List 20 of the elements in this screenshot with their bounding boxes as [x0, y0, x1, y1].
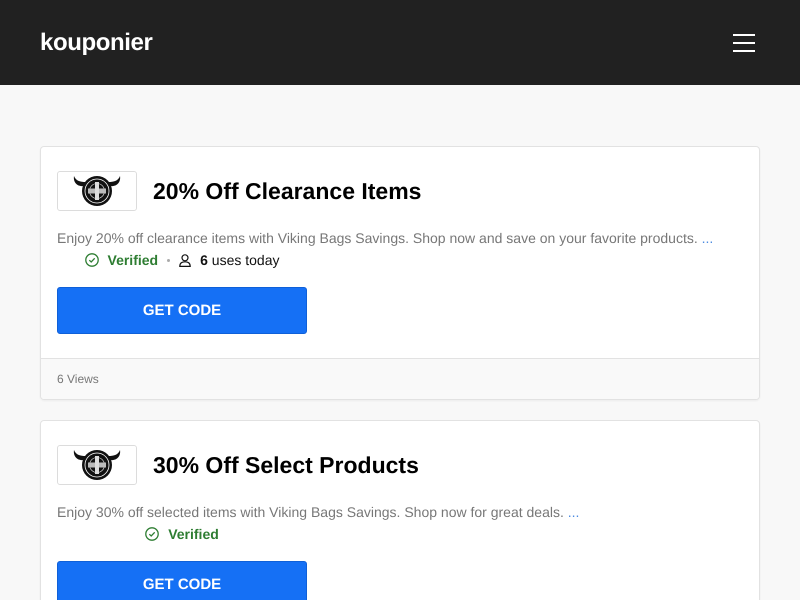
check-circle-icon [145, 527, 160, 541]
uses-today-text: 6 uses today [200, 251, 280, 269]
get-code-button[interactable]: GET CODE [57, 287, 307, 334]
menu-icon[interactable] [733, 34, 755, 52]
more-link[interactable]: ... [702, 230, 714, 246]
more-link[interactable]: ... [568, 504, 580, 520]
coupon-title: 30% Off Select Products [153, 451, 419, 479]
verified-label: Verified [108, 251, 158, 269]
coupon-title: 20% Off Clearance Items [153, 177, 422, 205]
site-logo[interactable]: kouponier [40, 28, 152, 56]
horned-emblem-icon [57, 445, 137, 485]
coupon-description: Enjoy 30% off selected items with Viking Bags Savings. Shop now for great deals. ... [57, 503, 580, 521]
check-circle-icon [84, 253, 98, 267]
person-icon [179, 254, 192, 266]
horned-emblem-icon [57, 171, 137, 211]
views-count: 6 Views [57, 372, 99, 386]
separator-dot-icon [167, 258, 170, 262]
verified-label: Verified [168, 525, 219, 543]
get-code-button[interactable]: GET CODE [57, 561, 307, 600]
coupon-description: Enjoy 20% off clearance items with Viking Bags Savings. Shop now and save on your favorite products. ... [57, 229, 714, 247]
